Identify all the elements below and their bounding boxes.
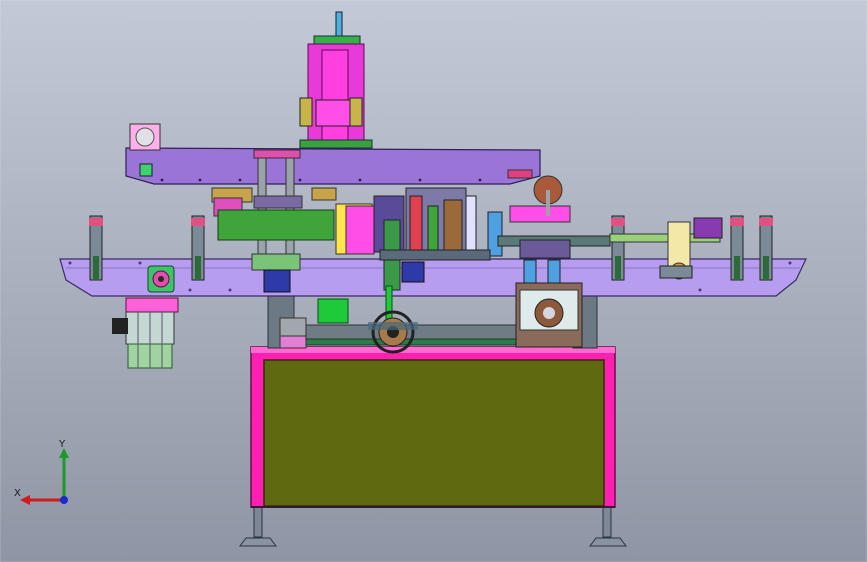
y-axis-label: Y [58,439,66,450]
z-axis-icon [60,496,68,504]
conveyor-roller [147,265,175,293]
drive-motor [112,297,179,369]
labeling-machine-model [0,0,867,562]
x-axis-arrow-icon [20,495,30,505]
vertical-column [299,11,373,149]
label-roll-section [335,187,503,325]
cabinet-frame [250,346,616,508]
x-axis-label: X [14,488,21,499]
cad-viewport[interactable] [0,0,867,562]
coordinate-triad: Y X [14,439,69,505]
triad-base [34,472,64,500]
leveling-feet [239,504,627,547]
